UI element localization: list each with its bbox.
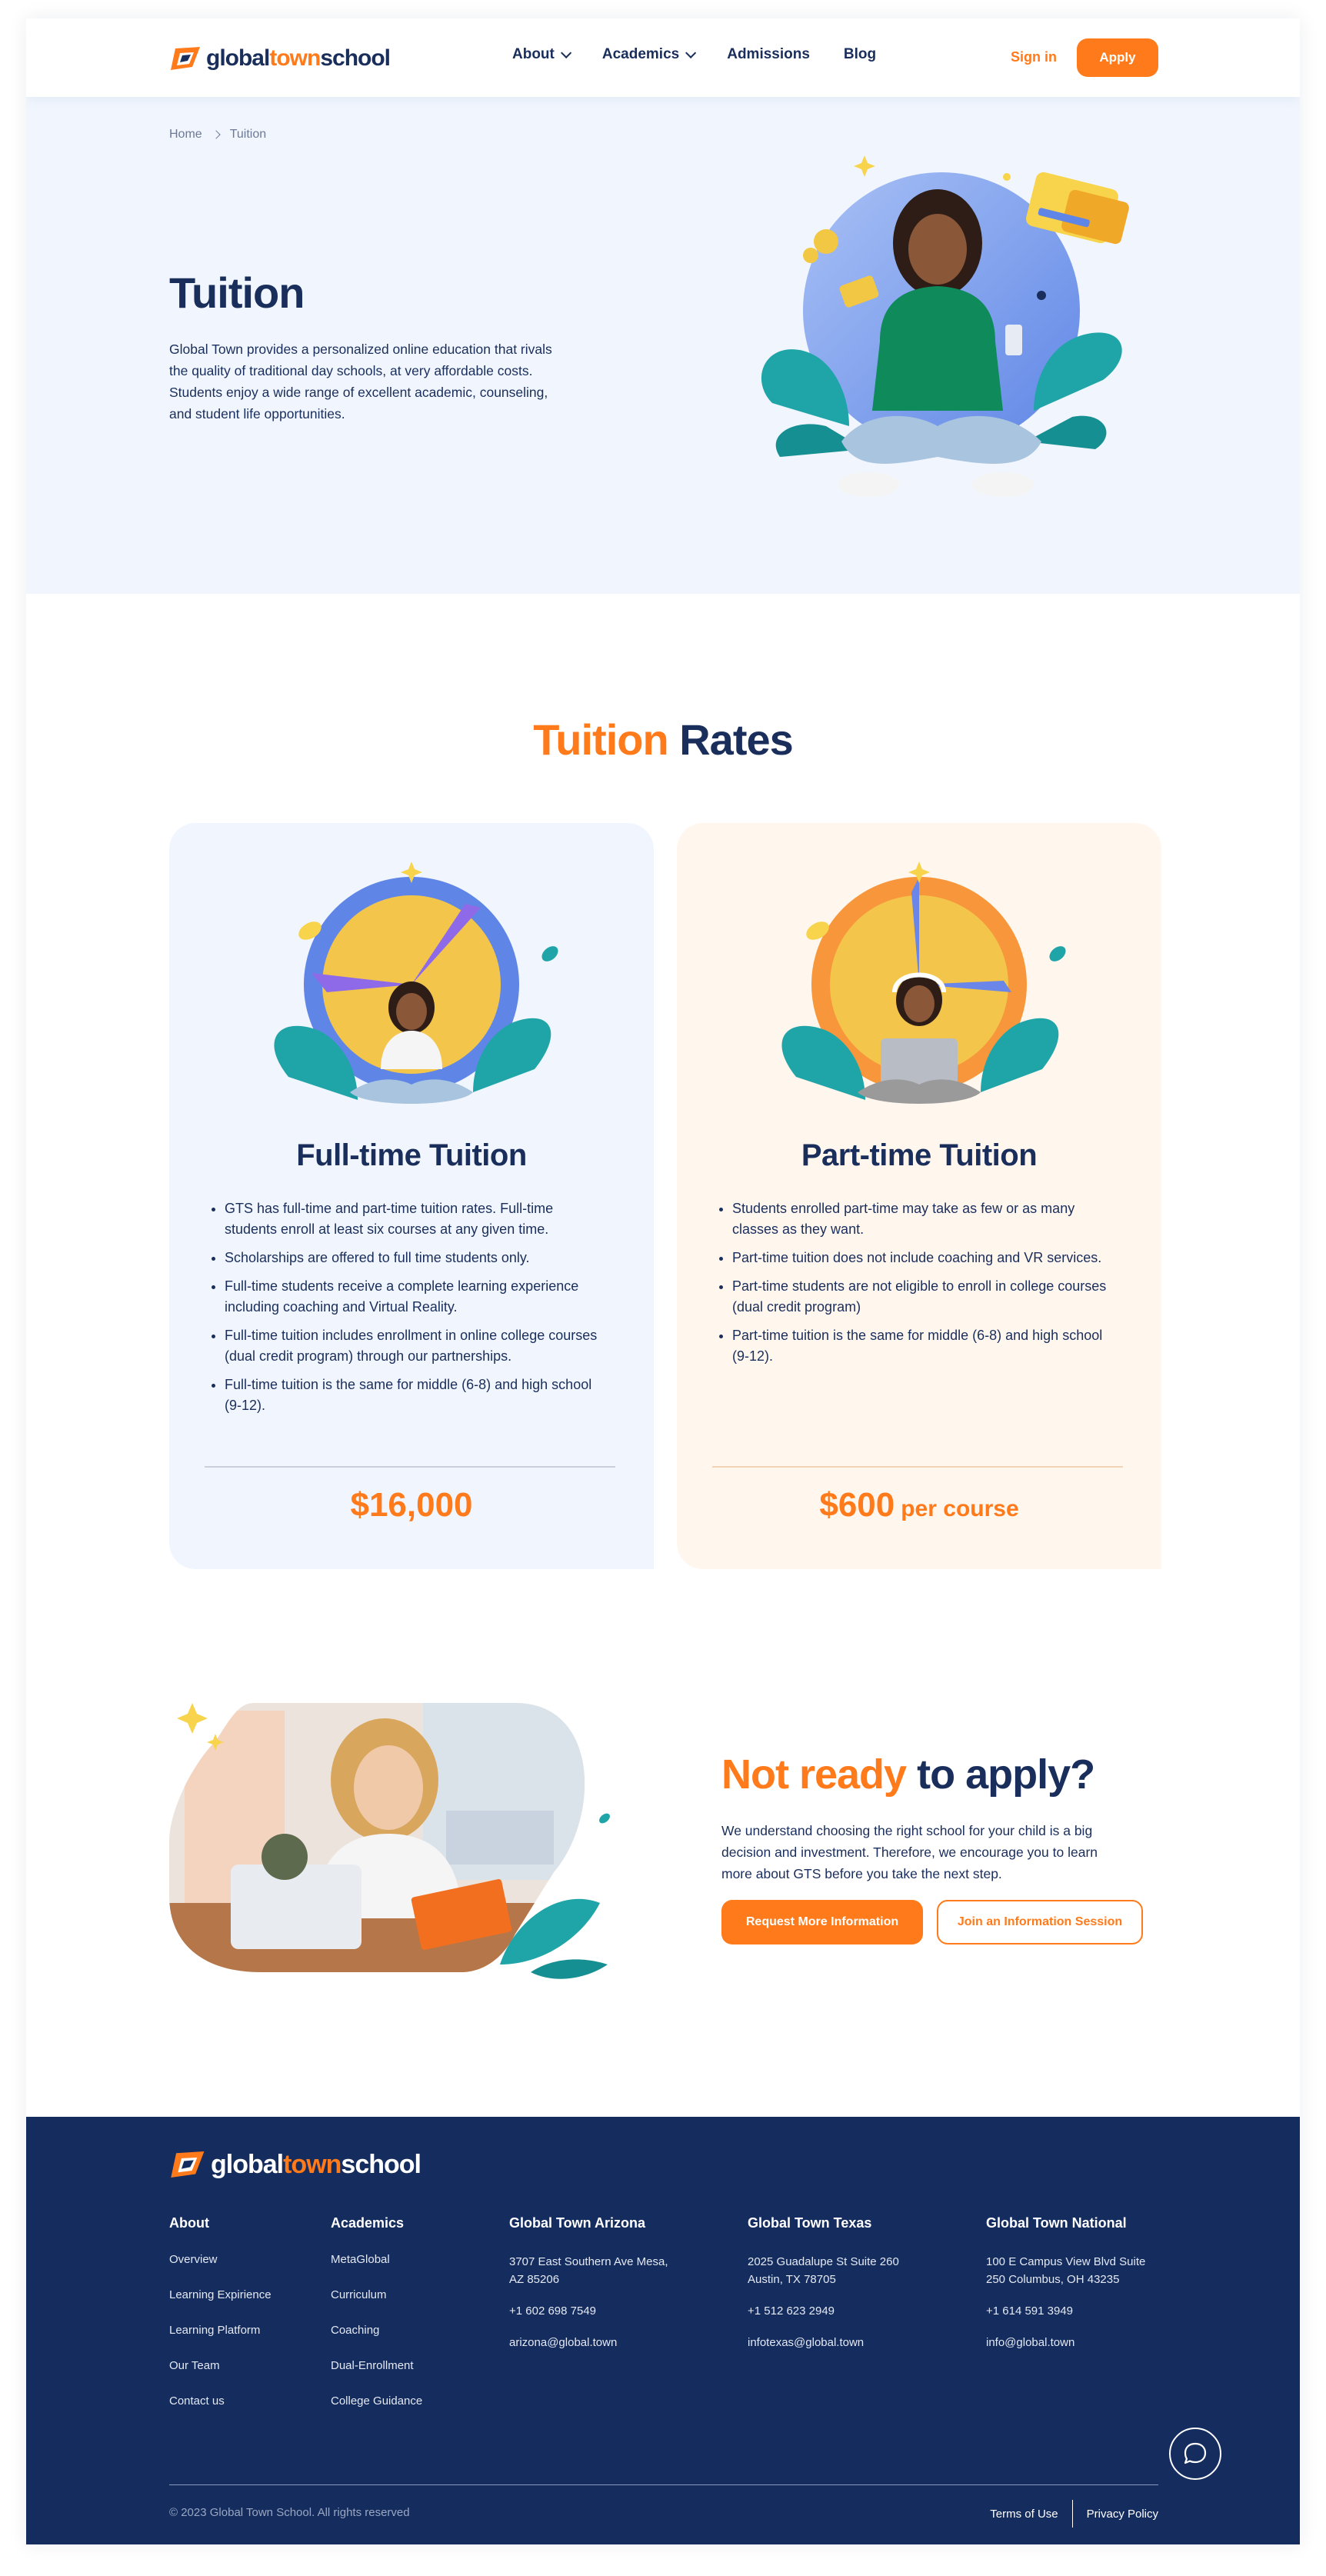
nav-blog[interactable]: Blog: [844, 46, 876, 63]
list-item: Part-time tuition does not include coach…: [732, 1248, 1109, 1268]
legal-divider: [1071, 2500, 1073, 2528]
logo-text: globaltownschool: [211, 2149, 421, 2179]
not-ready-description: We understand choosing the right school …: [721, 1823, 1098, 1881]
email-link[interactable]: infotexas@global.town: [748, 2334, 925, 2351]
footer-texas-column: Global Town Texas 2025 Guadalupe St Suit…: [748, 2215, 925, 2365]
divider: [205, 1466, 615, 1468]
logo-mark-icon: [171, 47, 200, 70]
divider: [712, 1466, 1123, 1468]
rates-title: Tuition Rates: [533, 715, 794, 764]
footer-heading: Global Town Texas: [748, 2215, 872, 2231]
phone-link[interactable]: +1 614 591 3949: [986, 2302, 1158, 2320]
footer-about-column: About Overview Learning Expirience Learn…: [169, 2215, 272, 2430]
footer-divider: [169, 2484, 1158, 2485]
logo-mark-icon: [171, 2151, 205, 2178]
copyright: © 2023 Global Town School. All rights re…: [169, 2506, 410, 2519]
footer-link-curriculum[interactable]: Curriculum: [331, 2288, 422, 2301]
hero-description: Global Town provides a personalized onli…: [169, 342, 552, 422]
footer-heading: Academics: [331, 2215, 405, 2231]
request-info-button[interactable]: Request More Information: [721, 1900, 923, 1944]
list-item: Part-time students are not eligible to e…: [732, 1276, 1109, 1318]
logo[interactable]: globaltownschool: [169, 43, 391, 74]
page-frame: globaltownschool About Academics Admissi…: [26, 18, 1300, 2544]
email-link[interactable]: info@global.town: [986, 2334, 1158, 2351]
phone-link[interactable]: +1 602 698 7549: [509, 2302, 671, 2320]
fulltime-card: Full-time Tuition GTS has full-time and …: [169, 823, 654, 1569]
fulltime-list: GTS has full-time and part-time tuition …: [225, 1198, 601, 1424]
clock-illustration: [781, 861, 1066, 1104]
footer-link-learning-platform[interactable]: Learning Platform: [169, 2324, 272, 2337]
student-illustration: [169, 1703, 610, 1979]
chevron-right-icon: [212, 130, 221, 139]
phone-link[interactable]: +1 512 623 2949: [748, 2302, 925, 2320]
breadcrumb-current: Tuition: [229, 128, 267, 141]
nav-admissions[interactable]: Admissions: [727, 46, 810, 63]
chat-bubble-icon: [1184, 2442, 1207, 2464]
site-header: globaltownschool About Academics Admissi…: [26, 18, 1300, 97]
fulltime-title: Full-time Tuition: [296, 1138, 527, 1172]
apply-button[interactable]: Apply: [1077, 38, 1158, 77]
list-item: Students enrolled part-time may take as …: [732, 1198, 1109, 1240]
list-item: Full-time tuition is the same for middle…: [225, 1375, 601, 1416]
footer-link-contact[interactable]: Contact us: [169, 2394, 272, 2408]
nav-academics[interactable]: Academics: [602, 46, 697, 63]
list-item: Full-time tuition includes enrollment in…: [225, 1325, 601, 1367]
parttime-card: Part-time Tuition Students enrolled part…: [677, 823, 1161, 1569]
nav-about[interactable]: About: [512, 46, 572, 63]
fulltime-price: $16,000: [350, 1486, 473, 1524]
list-item: GTS has full-time and part-time tuition …: [225, 1198, 601, 1240]
clock-illustration: [274, 861, 558, 1104]
footer-link-overview[interactable]: Overview: [169, 2253, 272, 2266]
logo-text: globaltownschool: [206, 45, 391, 71]
hero-section: Home Tuition Tuition Global Town provide…: [26, 97, 1300, 594]
terms-link[interactable]: Terms of Use: [990, 2508, 1058, 2521]
chat-button[interactable]: [1169, 2428, 1221, 2480]
page-title: Tuition: [169, 268, 305, 317]
footer-link-metaglobal[interactable]: MetaGlobal: [331, 2253, 422, 2266]
footer-logo[interactable]: globaltownschool: [169, 2148, 421, 2181]
parttime-price: $600 per course: [819, 1486, 1019, 1524]
not-ready-title: Not ready to apply?: [721, 1751, 1095, 1798]
email-link[interactable]: arizona@global.town: [509, 2334, 671, 2351]
join-session-button[interactable]: Join an Information Session: [937, 1900, 1143, 1944]
footer-link-learning-experience[interactable]: Learning Expirience: [169, 2288, 272, 2301]
footer-legal-links: Terms of Use Privacy Policy: [990, 2500, 1158, 2528]
site-footer: globaltownschool About Overview Learning…: [26, 2117, 1300, 2544]
footer-link-coaching[interactable]: Coaching: [331, 2324, 422, 2337]
footer-link-college-guidance[interactable]: College Guidance: [331, 2394, 422, 2408]
parttime-list: Students enrolled part-time may take as …: [732, 1198, 1109, 1375]
list-item: Full-time students receive a complete le…: [225, 1276, 601, 1318]
breadcrumb-home[interactable]: Home: [169, 128, 202, 142]
list-item: Part-time tuition is the same for middle…: [732, 1325, 1109, 1367]
privacy-link[interactable]: Privacy Policy: [1087, 2508, 1158, 2521]
address: 3707 East Southern Ave Mesa, AZ 85206: [509, 2255, 668, 2286]
footer-arizona-column: Global Town Arizona 3707 East Southern A…: [509, 2215, 671, 2365]
list-item: Scholarships are offered to full time st…: [225, 1248, 601, 1268]
footer-heading: Global Town Arizona: [509, 2215, 645, 2231]
footer-heading: About: [169, 2215, 209, 2231]
address: 100 E Campus View Blvd Suite 250 Columbu…: [986, 2255, 1146, 2286]
footer-link-our-team[interactable]: Our Team: [169, 2359, 272, 2372]
chevron-down-icon: [685, 47, 697, 58]
main-nav: About Academics Admissions Blog: [512, 46, 876, 63]
chevron-down-icon: [560, 47, 572, 58]
parttime-title: Part-time Tuition: [801, 1138, 1038, 1172]
footer-national-column: Global Town National 100 E Campus View B…: [986, 2215, 1158, 2365]
breadcrumb: Home Tuition: [169, 128, 266, 142]
address: 2025 Guadalupe St Suite 260 Austin, TX 7…: [748, 2255, 899, 2286]
footer-link-dual-enrollment[interactable]: Dual-Enrollment: [331, 2359, 422, 2372]
signin-link[interactable]: Sign in: [1011, 49, 1057, 65]
footer-academics-column: Academics MetaGlobal Curriculum Coaching…: [331, 2215, 422, 2430]
footer-heading: Global Town National: [986, 2215, 1127, 2231]
hero-illustration: [761, 155, 1129, 497]
